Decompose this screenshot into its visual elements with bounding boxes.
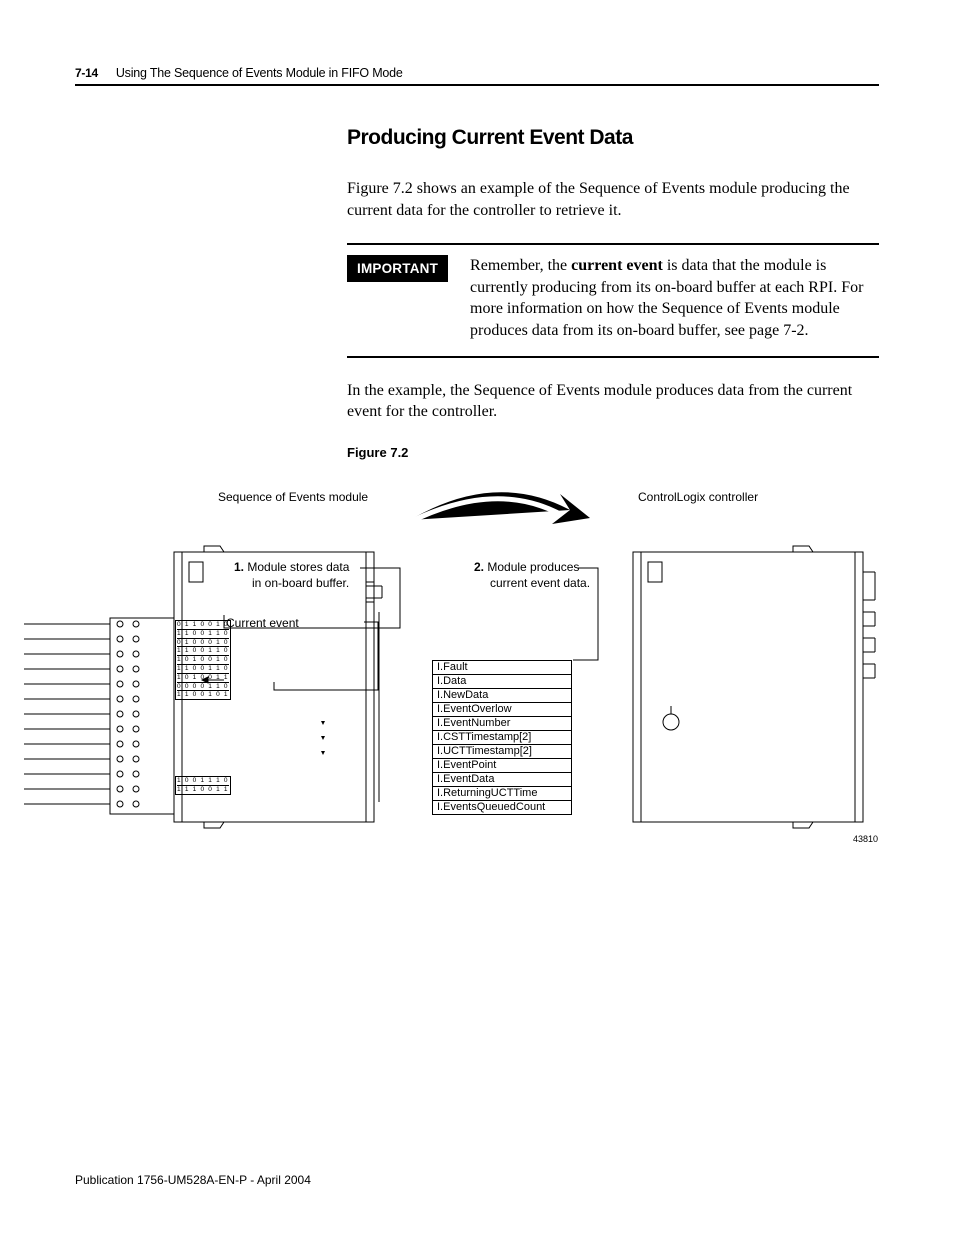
buf-row: 0 1 1 0 0 1 0: [177, 621, 229, 630]
chapter-title: Using The Sequence of Events Module in F…: [116, 66, 403, 80]
figure-caption: Figure 7.2: [347, 445, 879, 460]
tag-cell: I.EventsQueuedCount: [433, 801, 572, 815]
buf-row: 1 1 0 0 1 1 0: [177, 665, 229, 674]
tag-cell: I.EventPoint: [433, 759, 572, 773]
important-text: Remember, the current event is data that…: [470, 255, 879, 341]
buffer-bottom: 1 0 0 1 1 1 0 1 1 1 0 0 1 1: [175, 776, 231, 795]
section-heading: Producing Current Event Data: [347, 126, 879, 150]
tag-cell: I.ReturningUCTTime: [433, 787, 572, 801]
tag-cell: I.EventData: [433, 773, 572, 787]
tag-table: I.Fault I.Data I.NewData I.EventOverlow …: [432, 660, 572, 815]
buf-row: 0 0 0 0 1 1 0: [177, 683, 229, 692]
important-prefix: Remember, the: [470, 257, 571, 274]
tag-cell: I.UCTTimestamp[2]: [433, 745, 572, 759]
buf-row: 0 1 0 0 0 1 0: [177, 639, 229, 648]
buf-row: 1 1 0 0 1 1 0: [177, 630, 229, 639]
tag-cell: I.EventOverlow: [433, 703, 572, 717]
post-important-paragraph: In the example, the Sequence of Events m…: [347, 380, 879, 423]
page-number: 7-14: [75, 66, 98, 80]
important-label: IMPORTANT: [347, 255, 448, 282]
tag-cell: I.Fault: [433, 661, 572, 675]
ellipsis-dots-icon: [318, 718, 328, 766]
buffer-top: 0 1 1 0 0 1 0 1 1 0 0 1 1 0 0 1 0 0 0 1 …: [175, 620, 231, 700]
buf-row: 1 1 0 0 1 1 0: [177, 647, 229, 656]
right-module-chassis: [623, 542, 883, 832]
tag-cell: I.Data: [433, 675, 572, 689]
right-module-label: ControlLogix controller: [638, 490, 758, 504]
intro-paragraph: Figure 7.2 shows an example of the Seque…: [347, 178, 879, 221]
current-event-label: Current event: [226, 616, 299, 630]
important-bold: current event: [571, 257, 663, 274]
buf-row: 1 0 1 0 0 1 1: [177, 674, 229, 683]
figure-id: 43810: [853, 834, 878, 844]
important-callout: IMPORTANT Remember, the current event is…: [347, 243, 879, 357]
figure-7-2: Sequence of Events module ControlLogix c…: [78, 480, 878, 860]
buf-row: 1 1 1 0 0 1 1: [177, 786, 229, 794]
page-header: 7-14 Using The Sequence of Events Module…: [75, 66, 879, 86]
publication-footer: Publication 1756-UM528A-EN-P - April 200…: [75, 1173, 311, 1187]
tag-cell: I.EventNumber: [433, 717, 572, 731]
buf-row: 1 0 1 0 0 1 0: [177, 656, 229, 665]
buf-row: 1 1 0 0 1 0 1: [177, 691, 229, 699]
buf-row: 1 0 0 1 1 1 0: [177, 777, 229, 786]
tag-cell: I.CSTTimestamp[2]: [433, 731, 572, 745]
tag-cell: I.NewData: [433, 689, 572, 703]
